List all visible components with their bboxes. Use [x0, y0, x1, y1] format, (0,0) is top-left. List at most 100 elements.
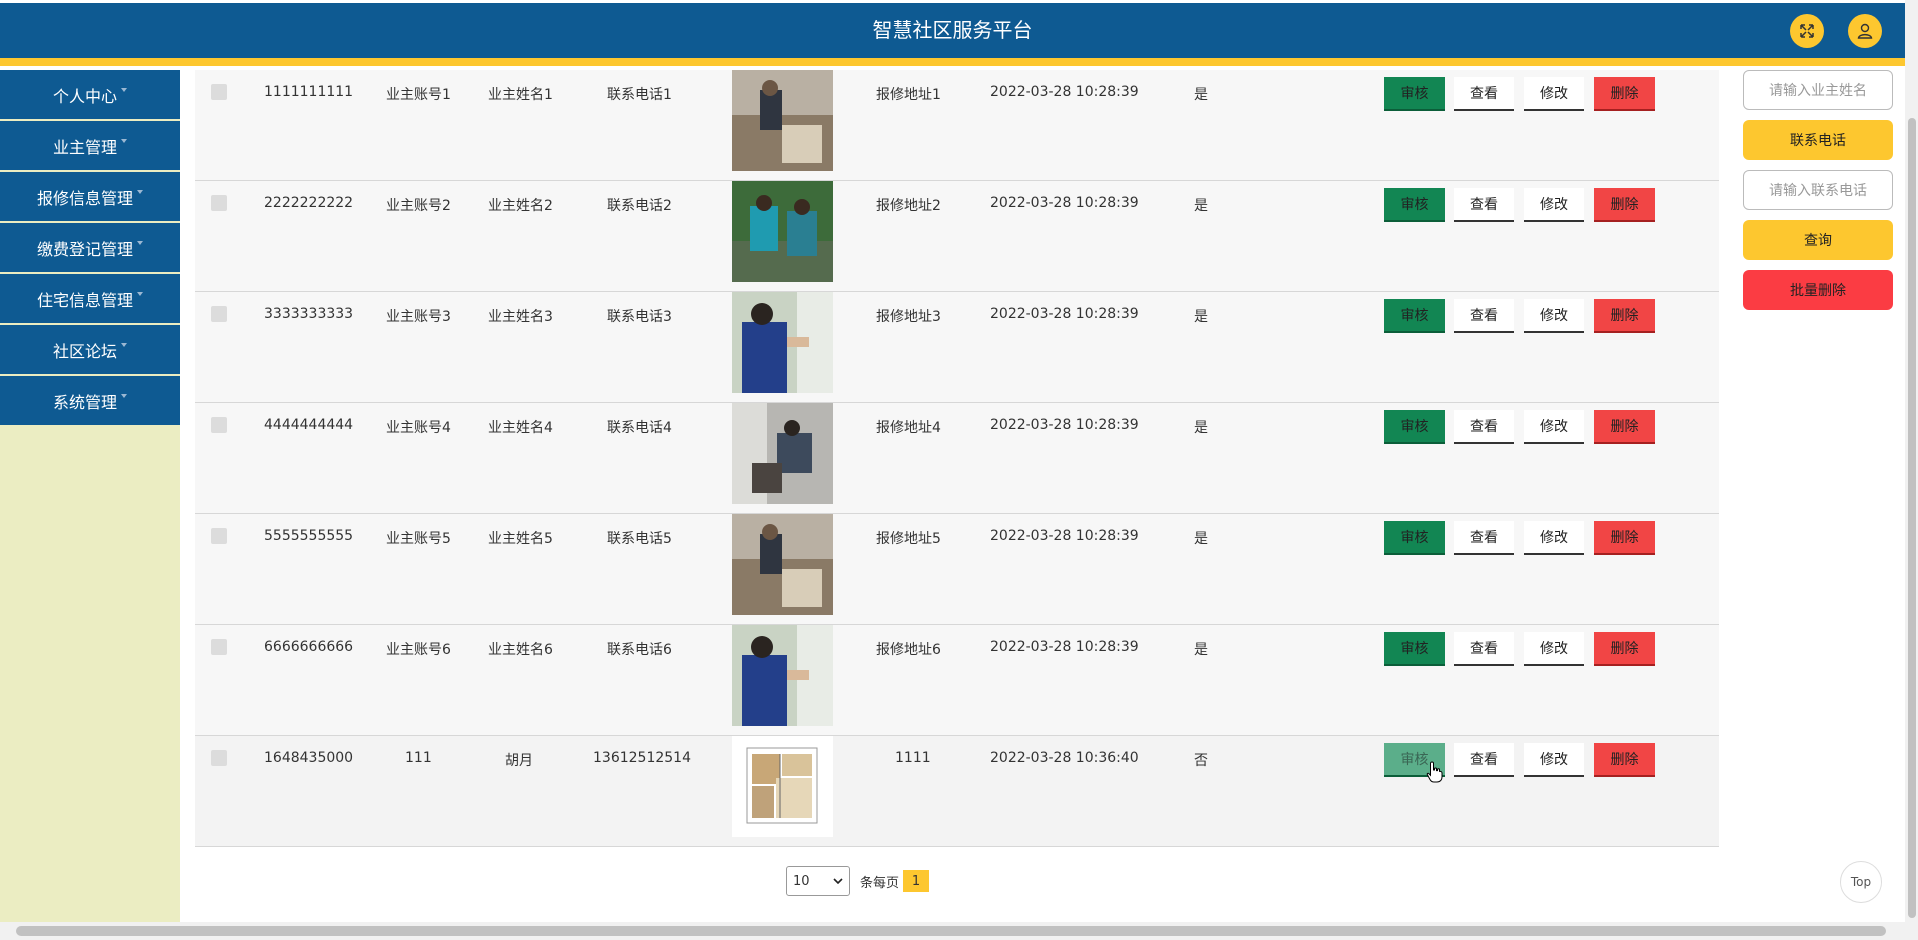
- cell-time: 2022-03-28 10:28:39: [990, 528, 1139, 544]
- view-button[interactable]: 查看: [1454, 743, 1514, 777]
- audit-button[interactable]: 审核: [1384, 521, 1445, 555]
- table-row: 2222222222 业主账号2 业主姓名2 联系电话2 报修地址2 2022-…: [195, 181, 1719, 292]
- cell-account: 业主账号6: [386, 642, 451, 658]
- per-page-label: 条每页: [860, 875, 900, 891]
- row-checkbox[interactable]: [211, 528, 227, 544]
- view-button[interactable]: 查看: [1454, 188, 1514, 222]
- cell-account: 业主账号5: [386, 531, 451, 547]
- edit-button[interactable]: 修改: [1524, 743, 1584, 777]
- view-button[interactable]: 查看: [1454, 521, 1514, 555]
- row-checkbox[interactable]: [211, 84, 227, 100]
- back-to-top-button[interactable]: Top: [1840, 861, 1882, 903]
- cell-phone: 联系电话4: [607, 420, 672, 436]
- sidebar-item-payment-management[interactable]: 缴费登记管理: [0, 223, 180, 272]
- table-row: 1648435000 111 胡月 13612512514 1111 2022-…: [195, 736, 1719, 847]
- row-checkbox[interactable]: [211, 195, 227, 211]
- cell-account: 业主账号4: [386, 420, 451, 436]
- delete-button[interactable]: 删除: [1594, 410, 1655, 444]
- delete-button[interactable]: 删除: [1594, 299, 1655, 333]
- cell-address: 1111: [895, 750, 931, 766]
- delete-button[interactable]: 删除: [1594, 632, 1655, 666]
- edit-button[interactable]: 修改: [1524, 410, 1584, 444]
- row-checkbox[interactable]: [211, 639, 227, 655]
- row-checkbox[interactable]: [211, 306, 227, 322]
- cell-name: 业主姓名4: [488, 420, 553, 436]
- edit-button[interactable]: 修改: [1524, 299, 1584, 333]
- cell-address: 报修地址3: [876, 309, 941, 325]
- view-button[interactable]: 查看: [1454, 77, 1514, 111]
- search-panel: 请输入业主姓名 联系电话 请输入联系电话 查询 批量删除: [1743, 70, 1893, 320]
- cell-name: 业主姓名1: [488, 87, 553, 103]
- delete-button[interactable]: 删除: [1594, 521, 1655, 555]
- caret-down-icon: [137, 240, 143, 245]
- phone-label-button[interactable]: 联系电话: [1743, 120, 1893, 160]
- caret-down-icon: [121, 393, 127, 398]
- audit-button[interactable]: 审核: [1384, 299, 1445, 333]
- cell-name: 业主姓名2: [488, 198, 553, 214]
- page-size-select[interactable]: 10: [786, 866, 850, 896]
- vertical-scrollbar-thumb[interactable]: [1908, 118, 1916, 918]
- chevron-down-icon: [833, 878, 843, 884]
- edit-button[interactable]: 修改: [1524, 521, 1584, 555]
- sidebar-item-forum[interactable]: 社区论坛: [0, 325, 180, 374]
- cell-id: 5555555555: [264, 528, 354, 544]
- horizontal-scrollbar-thumb[interactable]: [16, 926, 1886, 936]
- pagination: 10 条每页 1: [786, 866, 930, 896]
- caret-down-icon: [121, 138, 127, 143]
- page-button-current[interactable]: 1: [903, 870, 930, 892]
- row-checkbox[interactable]: [211, 750, 227, 766]
- sidebar-item-repair-management[interactable]: 报修信息管理: [0, 172, 180, 221]
- repair-photo[interactable]: [732, 70, 833, 171]
- repair-photo[interactable]: [732, 181, 833, 282]
- sidebar-item-owner-management[interactable]: 业主管理: [0, 121, 180, 170]
- edit-button[interactable]: 修改: [1524, 632, 1584, 666]
- cell-status: 否: [1194, 753, 1208, 769]
- expand-icon: [1800, 24, 1814, 38]
- audit-button[interactable]: 审核: [1384, 77, 1445, 111]
- cell-id: 4444444444: [264, 417, 354, 433]
- repair-photo[interactable]: [732, 292, 833, 393]
- delete-button[interactable]: 删除: [1594, 743, 1655, 777]
- sidebar-item-system-management[interactable]: 系统管理: [0, 376, 180, 425]
- cell-name: 业主姓名5: [488, 531, 553, 547]
- cell-status: 是: [1194, 198, 1208, 214]
- repair-photo[interactable]: [732, 514, 833, 615]
- cell-id: 3333333333: [264, 306, 354, 322]
- audit-button[interactable]: 审核: [1384, 188, 1445, 222]
- cell-phone: 13612512514: [593, 750, 691, 766]
- batch-delete-button[interactable]: 批量删除: [1743, 270, 1893, 310]
- row-checkbox[interactable]: [211, 417, 227, 433]
- cell-account: 业主账号1: [386, 87, 451, 103]
- table-row: 1111111111 业主账号1 业主姓名1 联系电话1 报修地址1 2022-…: [195, 70, 1719, 181]
- user-menu-button[interactable]: [1848, 14, 1882, 48]
- cell-status: 是: [1194, 531, 1208, 547]
- delete-button[interactable]: 删除: [1594, 77, 1655, 111]
- search-button[interactable]: 查询: [1743, 220, 1893, 260]
- owner-name-input[interactable]: 请输入业主姓名: [1743, 70, 1893, 110]
- edit-button[interactable]: 修改: [1524, 188, 1584, 222]
- caret-down-icon: [137, 291, 143, 296]
- repair-photo[interactable]: [732, 403, 833, 504]
- view-button[interactable]: 查看: [1454, 299, 1514, 333]
- cell-id: 1648435000: [264, 750, 354, 766]
- cell-time: 2022-03-28 10:28:39: [990, 84, 1139, 100]
- view-button[interactable]: 查看: [1454, 632, 1514, 666]
- phone-input[interactable]: 请输入联系电话: [1743, 170, 1893, 210]
- audit-button[interactable]: 审核: [1384, 632, 1445, 666]
- fullscreen-button[interactable]: [1790, 14, 1824, 48]
- repair-photo[interactable]: [732, 736, 833, 837]
- sidebar-item-housing-management[interactable]: 住宅信息管理: [0, 274, 180, 323]
- repair-photo[interactable]: [732, 625, 833, 726]
- cell-account: 业主账号2: [386, 198, 451, 214]
- delete-button[interactable]: 删除: [1594, 188, 1655, 222]
- cell-account: 111: [405, 750, 432, 766]
- repair-table: 1111111111 业主账号1 业主姓名1 联系电话1 报修地址1 2022-…: [195, 70, 1719, 847]
- view-button[interactable]: 查看: [1454, 410, 1514, 444]
- edit-button[interactable]: 修改: [1524, 77, 1584, 111]
- sidebar: 个人中心 业主管理 报修信息管理 缴费登记管理 住宅信息管理 社区论坛 系统管理: [0, 70, 180, 922]
- cell-time: 2022-03-28 10:28:39: [990, 417, 1139, 433]
- sidebar-item-personal-center[interactable]: 个人中心: [0, 70, 180, 119]
- audit-button[interactable]: 审核: [1384, 410, 1445, 444]
- cell-phone: 联系电话3: [607, 309, 672, 325]
- hand-cursor-icon: [1426, 761, 1444, 787]
